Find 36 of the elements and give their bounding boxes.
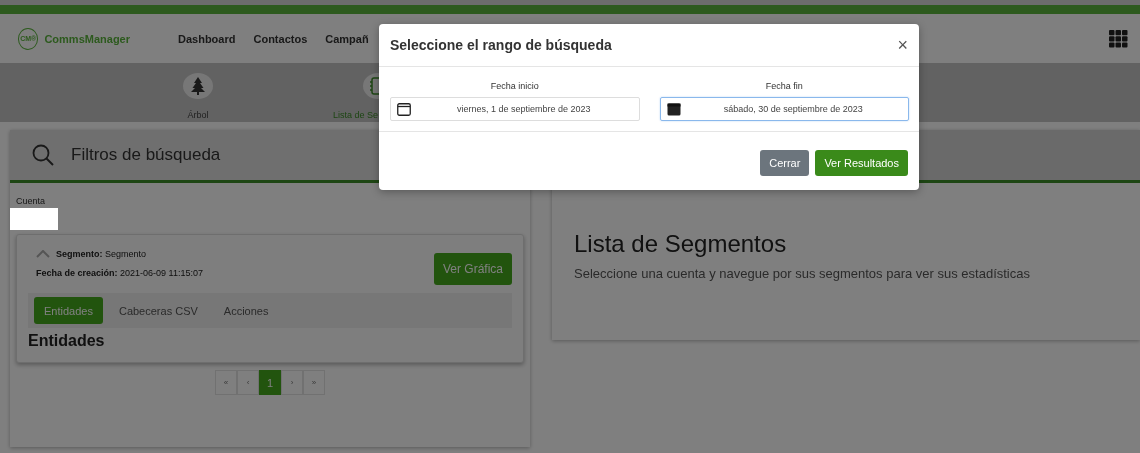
nav-link[interactable]: Contactos — [253, 32, 308, 45]
brand-name: CommsManager — [44, 32, 130, 45]
field-label: Cuenta — [15, 195, 47, 208]
nav-link[interactable]: Dashboard — [178, 32, 236, 45]
field-label: Fecha inicio — [490, 81, 539, 91]
segment-name: Segmento: Segmento — [56, 249, 147, 259]
account-field[interactable] — [10, 208, 58, 230]
page-button[interactable]: › — [281, 370, 303, 395]
chart-button[interactable]: Ver Gráfica — [433, 253, 512, 285]
section-heading: Entidades — [28, 332, 106, 350]
page-button[interactable]: 1 — [259, 370, 281, 395]
date-field[interactable]: sábado, 30 de septiembre de 2023 — [659, 97, 909, 121]
page-button[interactable]: « — [215, 370, 237, 395]
tab[interactable]: Acciones — [213, 297, 279, 324]
calendar-icon — [666, 102, 681, 116]
subnav-tab[interactable]: Árbol — [187, 110, 209, 120]
nav-link[interactable]: Campañ — [325, 32, 369, 45]
calendar-icon — [397, 102, 411, 116]
panel-description: Seleccione una cuenta y navegue por sus segmentos para ver sus estadísticas — [574, 266, 1031, 281]
date-field[interactable]: viernes, 1 de septiembre de 2023 — [390, 97, 640, 121]
close-dialog-button[interactable]: Cerrar — [760, 150, 810, 176]
dialog-title: Seleccione el rango de búsqueda — [390, 37, 612, 53]
subnav-tab[interactable]: Lista de Se — [333, 110, 379, 120]
close-button[interactable]: × — [897, 34, 908, 56]
results-button[interactable]: Ver Resultados — [815, 150, 908, 176]
page-button[interactable]: ‹ — [237, 370, 259, 395]
search-icon — [32, 144, 54, 166]
apps-grid-icon[interactable] — [1109, 29, 1128, 48]
tab[interactable]: Cabeceras CSV — [108, 297, 208, 324]
page-button[interactable]: » — [303, 370, 325, 395]
panel-title: Lista de Segmentos — [574, 230, 788, 258]
panel-title: Filtros de búsqueda — [71, 145, 221, 165]
creation-date: Fecha de creación: 2021-06-09 11:15:07 — [36, 268, 203, 278]
field-label: Fecha fin — [765, 81, 803, 91]
tree-icon[interactable] — [183, 73, 213, 99]
tab[interactable]: Entidades — [34, 297, 103, 324]
